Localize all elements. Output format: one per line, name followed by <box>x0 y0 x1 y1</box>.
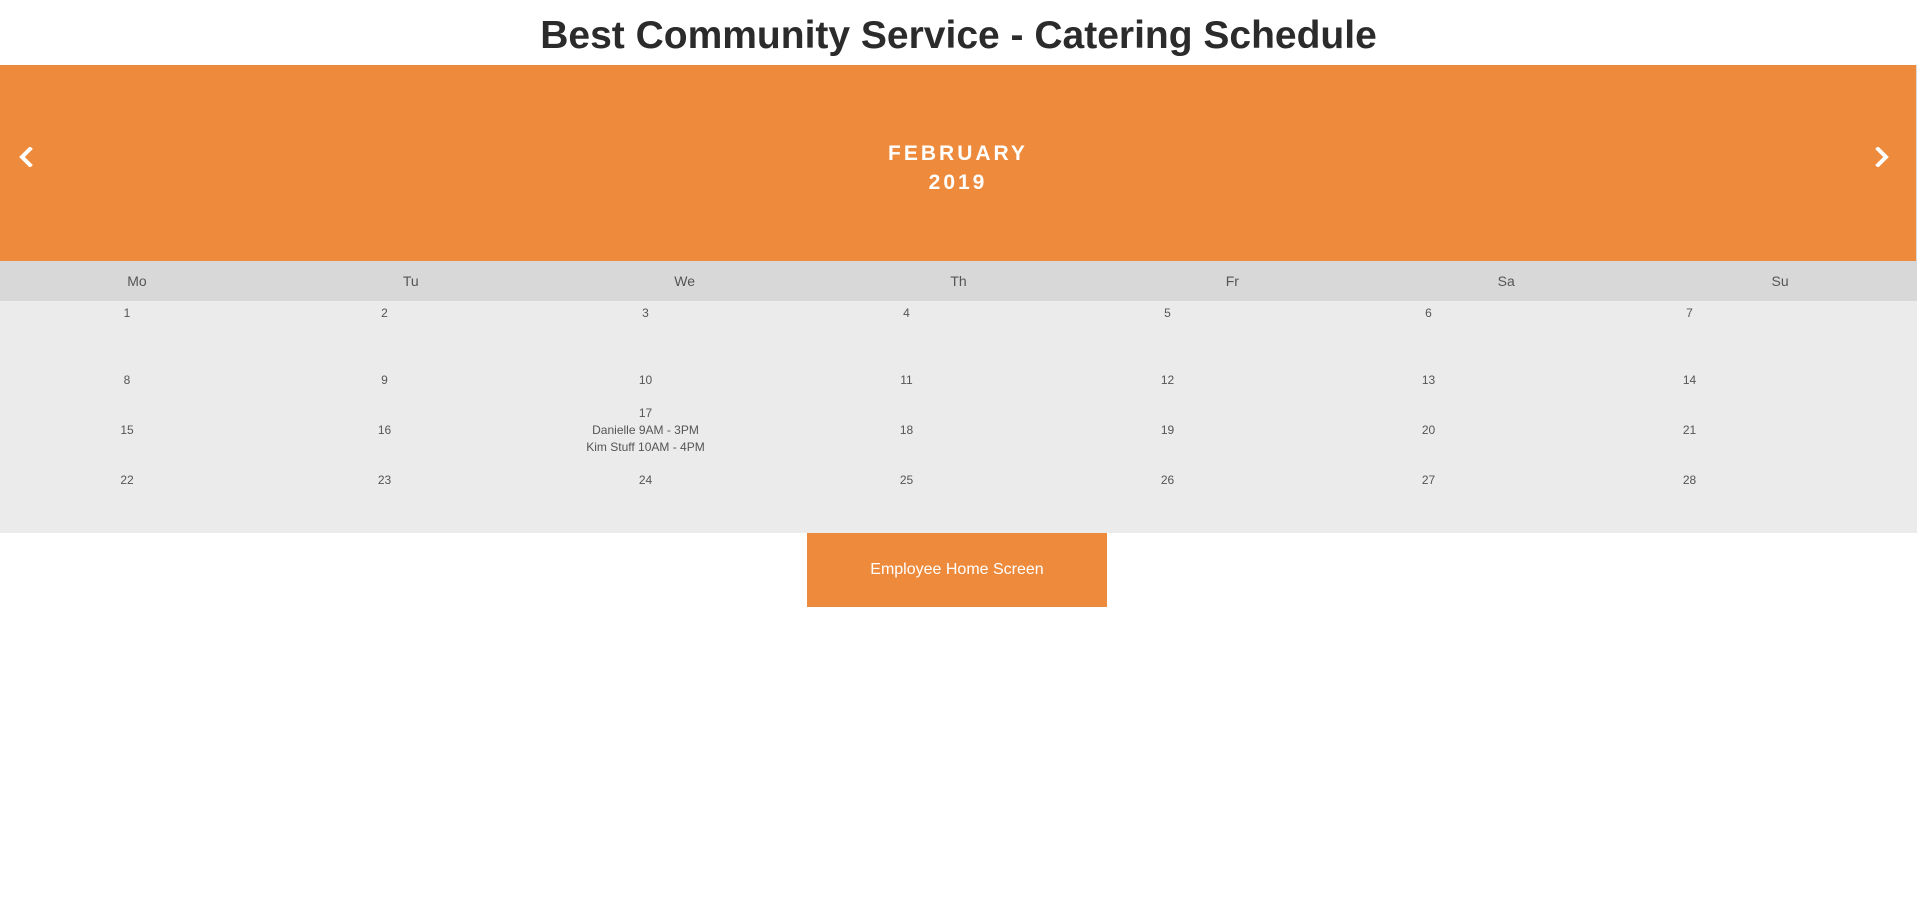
calendar-day-cell[interactable]: 15 <box>0 422 254 439</box>
calendar-day-cell[interactable]: 1 <box>0 305 254 322</box>
calendar-week-row: 1 2 3 4 5 6 7 <box>0 305 1917 355</box>
calendar-day-cell[interactable]: 28 <box>1559 472 1820 489</box>
calendar-day-cell[interactable]: 17 Danielle 9AM - 3PM Kim Stuff 10AM - 4PM <box>515 405 776 456</box>
weekday-saturday: Sa <box>1497 273 1515 289</box>
employee-home-button[interactable]: Employee Home Screen <box>807 533 1107 607</box>
calendar-day-cell[interactable]: 19 <box>1037 422 1298 439</box>
calendar-week-row: 8 9 10 11 12 13 14 <box>0 355 1917 405</box>
page-title: Best Community Service - Catering Schedu… <box>540 14 1377 57</box>
calendar-day-cell[interactable]: 8 <box>0 372 254 389</box>
day-number: 14 <box>1682 372 1697 387</box>
day-number: 3 <box>642 306 649 320</box>
calendar-day-cell[interactable]: 3 <box>515 305 776 322</box>
calendar-day-cell[interactable]: 16 <box>254 422 515 439</box>
calendar-day-cell[interactable]: 25 <box>776 472 1037 489</box>
year-label: 2019 <box>928 171 988 194</box>
day-number: 22 <box>120 472 134 487</box>
chevron-right-icon <box>1875 147 1889 167</box>
day-number: 21 <box>1682 422 1697 437</box>
weekday-wednesday: We <box>674 273 696 289</box>
calendar-day-cell[interactable]: 9 <box>254 372 515 389</box>
day-number: 23 <box>377 472 392 487</box>
day-number: 12 <box>1160 372 1175 387</box>
weekday-thursday: Th <box>950 273 967 289</box>
calendar-week-row: 15 16 17 Danielle 9AM - 3PM Kim Stuff 10AM -… <box>0 405 1917 455</box>
shift-entry: Kim Stuff 10AM - 4PM <box>586 439 705 454</box>
day-number: 9 <box>381 372 388 387</box>
day-number: 20 <box>1421 422 1436 437</box>
day-number: 25 <box>899 472 914 487</box>
calendar-day-cell[interactable]: 21 <box>1559 422 1820 439</box>
calendar-day-cell[interactable]: 2 <box>254 305 515 322</box>
calendar-day-cell[interactable]: 10 <box>515 372 776 389</box>
footer: Employee Home Screen <box>0 533 1917 607</box>
calendar-days-grid: 1 2 3 4 5 6 7 8 9 10 11 12 13 14 15 16 17 Danielle 9AM - … <box>0 301 1917 533</box>
calendar-day-cell[interactable]: 22 <box>0 472 254 489</box>
calendar-day-cell[interactable]: 24 <box>515 472 776 489</box>
shift-entry: Danielle 9AM - 3PM <box>592 422 699 437</box>
calendar-day-cell[interactable]: 20 <box>1298 422 1559 439</box>
weekday-monday: Mo <box>127 273 147 289</box>
day-number: 10 <box>638 372 653 387</box>
day-number: 1 <box>123 306 131 320</box>
month-header: FEBRUARY 2019 <box>0 65 1917 261</box>
calendar-week-row: 22 23 24 25 26 27 28 <box>0 455 1917 505</box>
calendar-day-cell[interactable]: 18 <box>776 422 1037 439</box>
day-number: 27 <box>1421 472 1436 487</box>
calendar-day-cell[interactable]: 4 <box>776 305 1037 322</box>
calendar-day-cell[interactable]: 6 <box>1298 305 1559 322</box>
next-month-button[interactable] <box>1862 137 1902 177</box>
calendar-day-cell[interactable]: 14 <box>1559 372 1820 389</box>
day-number: 19 <box>1160 422 1175 437</box>
weekday-sunday: Su <box>1771 273 1789 289</box>
calendar-day-cell[interactable]: 13 <box>1298 372 1559 389</box>
day-number: 6 <box>1425 306 1432 320</box>
calendar-day-cell[interactable]: 23 <box>254 472 515 489</box>
calendar-day-cell[interactable]: 5 <box>1037 305 1298 322</box>
weekday-header-row: Mo Tu We Th Fr Sa Su <box>0 261 1917 301</box>
day-number: 7 <box>1686 306 1693 320</box>
day-number: 17 <box>638 405 653 420</box>
day-number: 5 <box>1164 306 1171 320</box>
day-number: 24 <box>638 472 653 487</box>
calendar-day-cell[interactable]: 27 <box>1298 472 1559 489</box>
month-year-label: FEBRUARY 2019 <box>0 139 1916 197</box>
day-number: 18 <box>899 422 914 437</box>
day-number: 2 <box>381 306 388 320</box>
day-number: 4 <box>903 306 910 320</box>
calendar-day-cell[interactable]: 7 <box>1559 305 1820 322</box>
day-number: 8 <box>123 372 131 387</box>
day-number: 26 <box>1160 472 1175 487</box>
calendar-day-cell[interactable]: 11 <box>776 372 1037 389</box>
day-number: 13 <box>1421 372 1436 387</box>
month-name: FEBRUARY <box>888 142 1028 165</box>
day-number: 28 <box>1682 472 1697 487</box>
weekday-tuesday: Tu <box>402 273 419 289</box>
calendar-day-cell[interactable]: 26 <box>1037 472 1298 489</box>
day-number: 15 <box>120 422 134 437</box>
calendar-day-cell[interactable]: 12 <box>1037 372 1298 389</box>
day-number: 11 <box>900 372 913 387</box>
day-number: 16 <box>377 422 392 437</box>
weekday-friday: Fr <box>1225 273 1239 289</box>
